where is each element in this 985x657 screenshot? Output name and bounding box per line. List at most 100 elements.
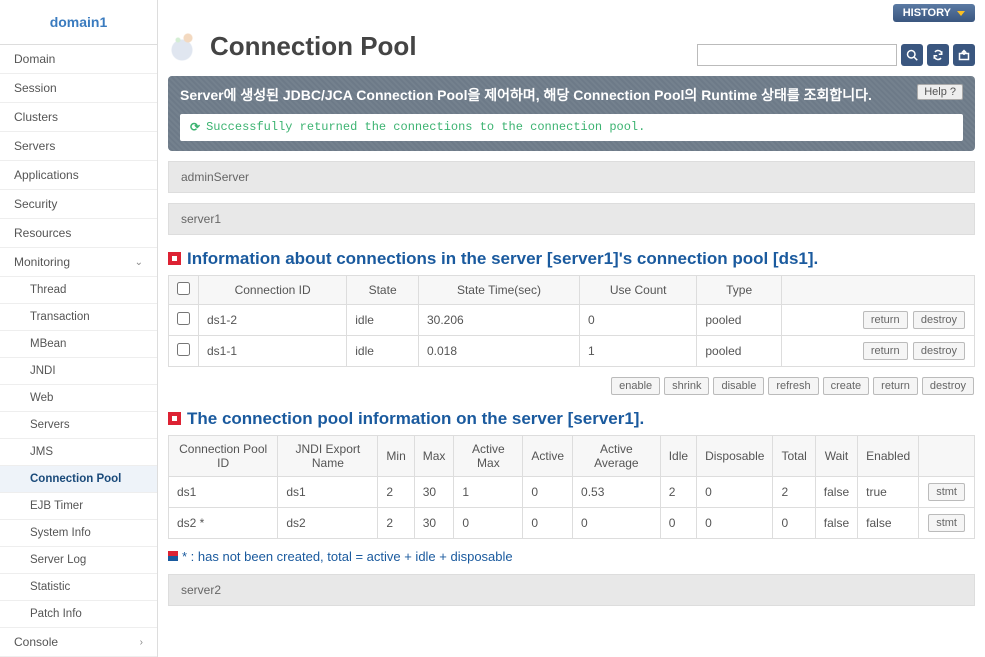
col-header: Max [414,435,454,476]
sidebar-sub-thread[interactable]: Thread [0,277,157,304]
row-checkbox[interactable] [177,343,190,356]
history-button[interactable]: HISTORY [893,4,975,22]
cell: 0 [573,507,661,538]
col-header: Active Average [573,435,661,476]
cell: 0 [579,304,696,335]
cell: 0.018 [418,335,579,366]
sidebar-item-label: Monitoring [14,255,70,269]
server-bar-server1[interactable]: server1 [168,203,975,235]
stmt-button[interactable]: stmt [928,514,965,532]
col-header: Use Count [579,275,696,304]
note-text: * : has not been created, total = active… [182,549,513,564]
cell: 0 [523,476,573,507]
cell: idle [347,335,419,366]
sidebar-item-console[interactable]: Console › [0,628,157,657]
sidebar-item-security[interactable]: Security [0,190,157,219]
sidebar-item-applications[interactable]: Applications [0,161,157,190]
section-icon [168,412,181,425]
history-label: HISTORY [903,7,951,19]
sidebar-item-clusters[interactable]: Clusters [0,103,157,132]
sidebar-item-domain[interactable]: Domain [0,45,157,74]
search-input[interactable] [697,44,897,66]
cell: ds1 [169,476,278,507]
col-header: Idle [660,435,696,476]
col-header: Connection ID [199,275,347,304]
sidebar-sub-web[interactable]: Web [0,385,157,412]
sidebar-sub-patch-info[interactable]: Patch Info [0,601,157,628]
cell: idle [347,304,419,335]
cell: ds1 [278,476,378,507]
cell: true [858,476,919,507]
create-button[interactable]: create [823,377,870,395]
cell: ds2 [278,507,378,538]
server-bar-server2[interactable]: server2 [168,574,975,606]
sidebar-sub-connection-pool[interactable]: Connection Pool [0,466,157,493]
dropdown-icon [957,11,965,16]
col-header: State Time(sec) [418,275,579,304]
sidebar-sub-ejb-timer[interactable]: EJB Timer [0,493,157,520]
cell: ds1-2 [199,304,347,335]
destroy-button[interactable]: destroy [913,342,965,360]
table-row: ds1-1 idle 0.018 1 pooled return destroy [169,335,975,366]
row-checkbox[interactable] [177,312,190,325]
search-icon[interactable] [901,44,923,66]
cell: pooled [697,304,782,335]
table-row: ds2 * ds2 2 30 0 0 0 0 0 0 false false s… [169,507,975,538]
refresh-button[interactable]: refresh [768,377,818,395]
sidebar-sub-system-info[interactable]: System Info [0,520,157,547]
col-header: Type [697,275,782,304]
col-header: Enabled [858,435,919,476]
pools-table: Connection Pool ID JNDI Export Name Min … [168,435,975,539]
return-button[interactable]: return [863,311,908,329]
disable-button[interactable]: disable [713,377,764,395]
connections-table: Connection ID State State Time(sec) Use … [168,275,975,367]
cell: 0 [660,507,696,538]
col-header: Active Max [454,435,523,476]
stmt-button[interactable]: stmt [928,483,965,501]
help-button[interactable]: Help ? [917,84,963,100]
sidebar-sub-server-log[interactable]: Server Log [0,547,157,574]
export-icon[interactable] [953,44,975,66]
enable-button[interactable]: enable [611,377,660,395]
cell: 0 [454,507,523,538]
sidebar-item-session[interactable]: Session [0,74,157,103]
chevron-right-icon: › [140,637,143,648]
col-header: Min [378,435,414,476]
sidebar-sub-jms[interactable]: JMS [0,439,157,466]
shrink-button[interactable]: shrink [664,377,709,395]
sidebar-sub-jndi[interactable]: JNDI [0,358,157,385]
sidebar-sub-mbean[interactable]: MBean [0,331,157,358]
col-header: JNDI Export Name [278,435,378,476]
success-icon: ⟳ [190,120,200,135]
server-bar-admin[interactable]: adminServer [168,161,975,193]
cell: 30 [414,507,454,538]
page-title: Connection Pool [168,26,417,66]
refresh-icon[interactable] [927,44,949,66]
destroy-button[interactable]: destroy [913,311,965,329]
return-button[interactable]: return [863,342,908,360]
col-header: Disposable [697,435,773,476]
sidebar-item-resources[interactable]: Resources [0,219,157,248]
sidebar-sub-statistic[interactable]: Statistic [0,574,157,601]
select-all-checkbox[interactable] [177,282,190,295]
cell: 0 [773,507,815,538]
return-button[interactable]: return [873,377,918,395]
col-header: Wait [815,435,857,476]
sidebar-sub-servers[interactable]: Servers [0,412,157,439]
success-text: Successfully returned the connections to… [206,120,645,134]
cell: false [815,476,857,507]
sidebar-item-monitoring[interactable]: Monitoring ⌄ [0,248,157,277]
section-icon [168,252,181,265]
chevron-down-icon: ⌄ [135,257,143,268]
destroy-button[interactable]: destroy [922,377,974,395]
cell: 2 [378,476,414,507]
cell: 0 [523,507,573,538]
sidebar-sub-transaction[interactable]: Transaction [0,304,157,331]
cell: ds2 * [169,507,278,538]
sidebar-item-servers[interactable]: Servers [0,132,157,161]
col-header: State [347,275,419,304]
domain-header[interactable]: domain1 [0,0,157,45]
col-header: Connection Pool ID [169,435,278,476]
note-flag-icon [168,551,178,561]
table-row: ds1 ds1 2 30 1 0 0.53 2 0 2 false true s… [169,476,975,507]
